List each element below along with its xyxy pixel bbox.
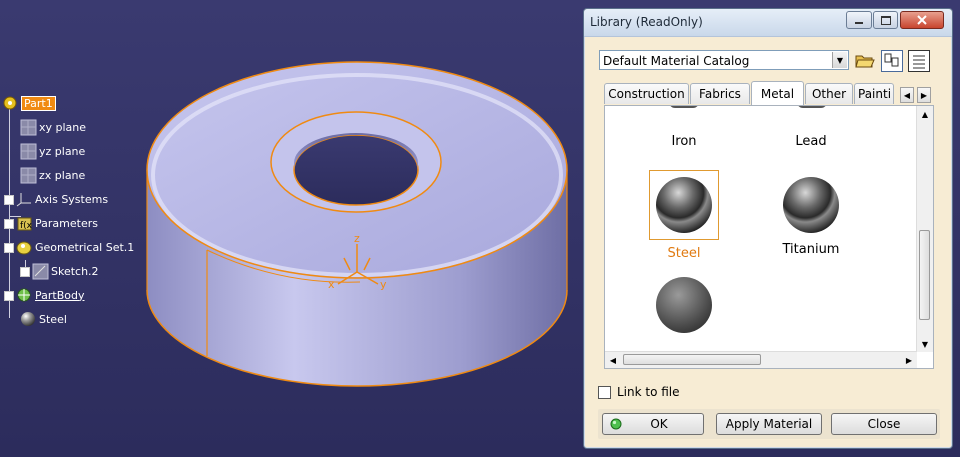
- close-icon: [917, 15, 927, 25]
- tab-metal[interactable]: Metal: [751, 81, 804, 105]
- icon-view-icon: [884, 53, 899, 67]
- tree-item-sketch[interactable]: Sketch.2: [20, 262, 99, 280]
- axis-system-icon: [16, 191, 33, 208]
- tree-item-steel[interactable]: Steel: [20, 310, 67, 328]
- material-titanium[interactable]: Titanium: [773, 176, 849, 257]
- lead-sphere: [797, 106, 827, 108]
- tree-item-zx-plane[interactable]: zx plane: [20, 166, 85, 184]
- collapse-icon[interactable]: [4, 243, 14, 253]
- minimize-button[interactable]: [846, 11, 872, 29]
- ok-button[interactable]: OK: [602, 413, 704, 435]
- expand-icon[interactable]: [20, 267, 30, 277]
- chevron-right-icon: ▶: [920, 90, 928, 100]
- open-folder-button[interactable]: [854, 50, 876, 72]
- list-view-button[interactable]: [908, 50, 930, 72]
- tree-item-axis-systems[interactable]: Axis Systems: [4, 190, 108, 208]
- scroll-right-button[interactable]: ▶: [901, 352, 917, 368]
- material-iron[interactable]: Iron: [646, 134, 722, 149]
- expand-icon[interactable]: [4, 219, 14, 229]
- catalog-select[interactable]: Default Material Catalog ▼: [599, 50, 849, 70]
- svg-text:f(x): f(x): [20, 221, 33, 231]
- ok-bulb-icon: [610, 418, 622, 430]
- link-to-file-option[interactable]: Link to file: [598, 385, 680, 399]
- vertical-scroll-thumb[interactable]: [919, 230, 930, 320]
- maximize-icon: [880, 15, 891, 25]
- link-to-file-label: Link to file: [617, 385, 680, 399]
- selection-frame: [649, 170, 719, 240]
- washer-part[interactable]: [146, 61, 568, 387]
- scroll-up-button[interactable]: ▲: [917, 106, 933, 122]
- arrow-left-icon: ◀: [609, 355, 617, 365]
- tree-item-yz-plane[interactable]: yz plane: [20, 142, 85, 160]
- arrow-up-icon: ▲: [921, 109, 929, 119]
- material-steel[interactable]: Steel: [646, 170, 722, 261]
- arrow-down-icon: ▼: [921, 339, 929, 349]
- chevron-down-icon[interactable]: ▼: [832, 52, 847, 68]
- material-grid[interactable]: Iron Lead Steel Titanium: [605, 106, 907, 342]
- geometrical-set-icon: [16, 239, 33, 256]
- horizontal-scrollbar[interactable]: ◀ ▶: [605, 351, 917, 368]
- material-sphere: [656, 277, 712, 333]
- tree-item-geometrical-set[interactable]: Geometrical Set.1: [4, 238, 134, 256]
- scroll-left-button[interactable]: ◀: [605, 352, 621, 368]
- sketch-icon: [32, 263, 49, 280]
- window-close-button[interactable]: [900, 11, 944, 29]
- dialog-button-bar: OK Apply Material Close: [598, 409, 940, 439]
- apply-material-button[interactable]: Apply Material: [716, 413, 822, 435]
- catalog-select-value: Default Material Catalog: [603, 54, 750, 68]
- part-icon: [2, 95, 19, 112]
- dialog-titlebar[interactable]: Library (ReadOnly): [584, 9, 952, 37]
- compass-z-label: z: [354, 232, 360, 245]
- chevron-left-icon: ◀: [903, 90, 911, 100]
- iron-sphere: [669, 106, 699, 108]
- minimize-icon: [855, 22, 863, 24]
- tree-item-partbody[interactable]: PartBody: [4, 286, 84, 304]
- tab-painting[interactable]: Painti: [854, 83, 894, 104]
- compass-x-label: x: [328, 278, 335, 291]
- tab-scroll-right-button[interactable]: ▶: [917, 87, 931, 103]
- tree-item-parameters[interactable]: f(x) Parameters: [4, 214, 98, 232]
- list-view-icon: [913, 55, 925, 69]
- close-button[interactable]: Close: [831, 413, 937, 435]
- material-unnamed[interactable]: [646, 276, 722, 340]
- link-to-file-checkbox[interactable]: [598, 385, 611, 399]
- tab-other[interactable]: Other: [805, 83, 853, 104]
- parameters-icon: f(x): [16, 215, 36, 232]
- material-sphere-icon: [20, 311, 37, 328]
- steel-sphere: [656, 177, 712, 233]
- icon-view-button[interactable]: [881, 50, 903, 72]
- expand-icon[interactable]: [4, 291, 14, 301]
- maximize-button[interactable]: [873, 11, 898, 29]
- folder-open-icon: [855, 55, 875, 68]
- titanium-sphere: [783, 177, 839, 233]
- tab-construction[interactable]: Construction: [604, 83, 689, 104]
- tree-item-part1[interactable]: Part1: [2, 94, 56, 112]
- plane-icon: [20, 143, 37, 160]
- horizontal-scroll-thumb[interactable]: [623, 354, 761, 365]
- arrow-right-icon: ▶: [905, 355, 913, 365]
- partbody-icon: [16, 287, 33, 304]
- library-dialog[interactable]: Library (ReadOnly) Default Material Cata…: [583, 8, 953, 449]
- compass-y-label: y: [380, 278, 387, 291]
- vertical-scrollbar[interactable]: ▲ ▼: [916, 106, 933, 352]
- scroll-down-button[interactable]: ▼: [917, 336, 933, 352]
- expand-icon[interactable]: [4, 195, 14, 205]
- tab-fabrics[interactable]: Fabrics: [690, 83, 750, 104]
- plane-icon: [20, 167, 37, 184]
- material-lead[interactable]: Lead: [773, 134, 849, 149]
- dialog-title: Library (ReadOnly): [590, 15, 703, 29]
- plane-icon: [20, 119, 37, 136]
- tab-scroll-left-button[interactable]: ◀: [900, 87, 914, 103]
- tree-item-xy-plane[interactable]: xy plane: [20, 118, 86, 136]
- material-panel[interactable]: Iron Lead Steel Titanium ▲ ▼ ◀ ▶: [604, 105, 934, 369]
